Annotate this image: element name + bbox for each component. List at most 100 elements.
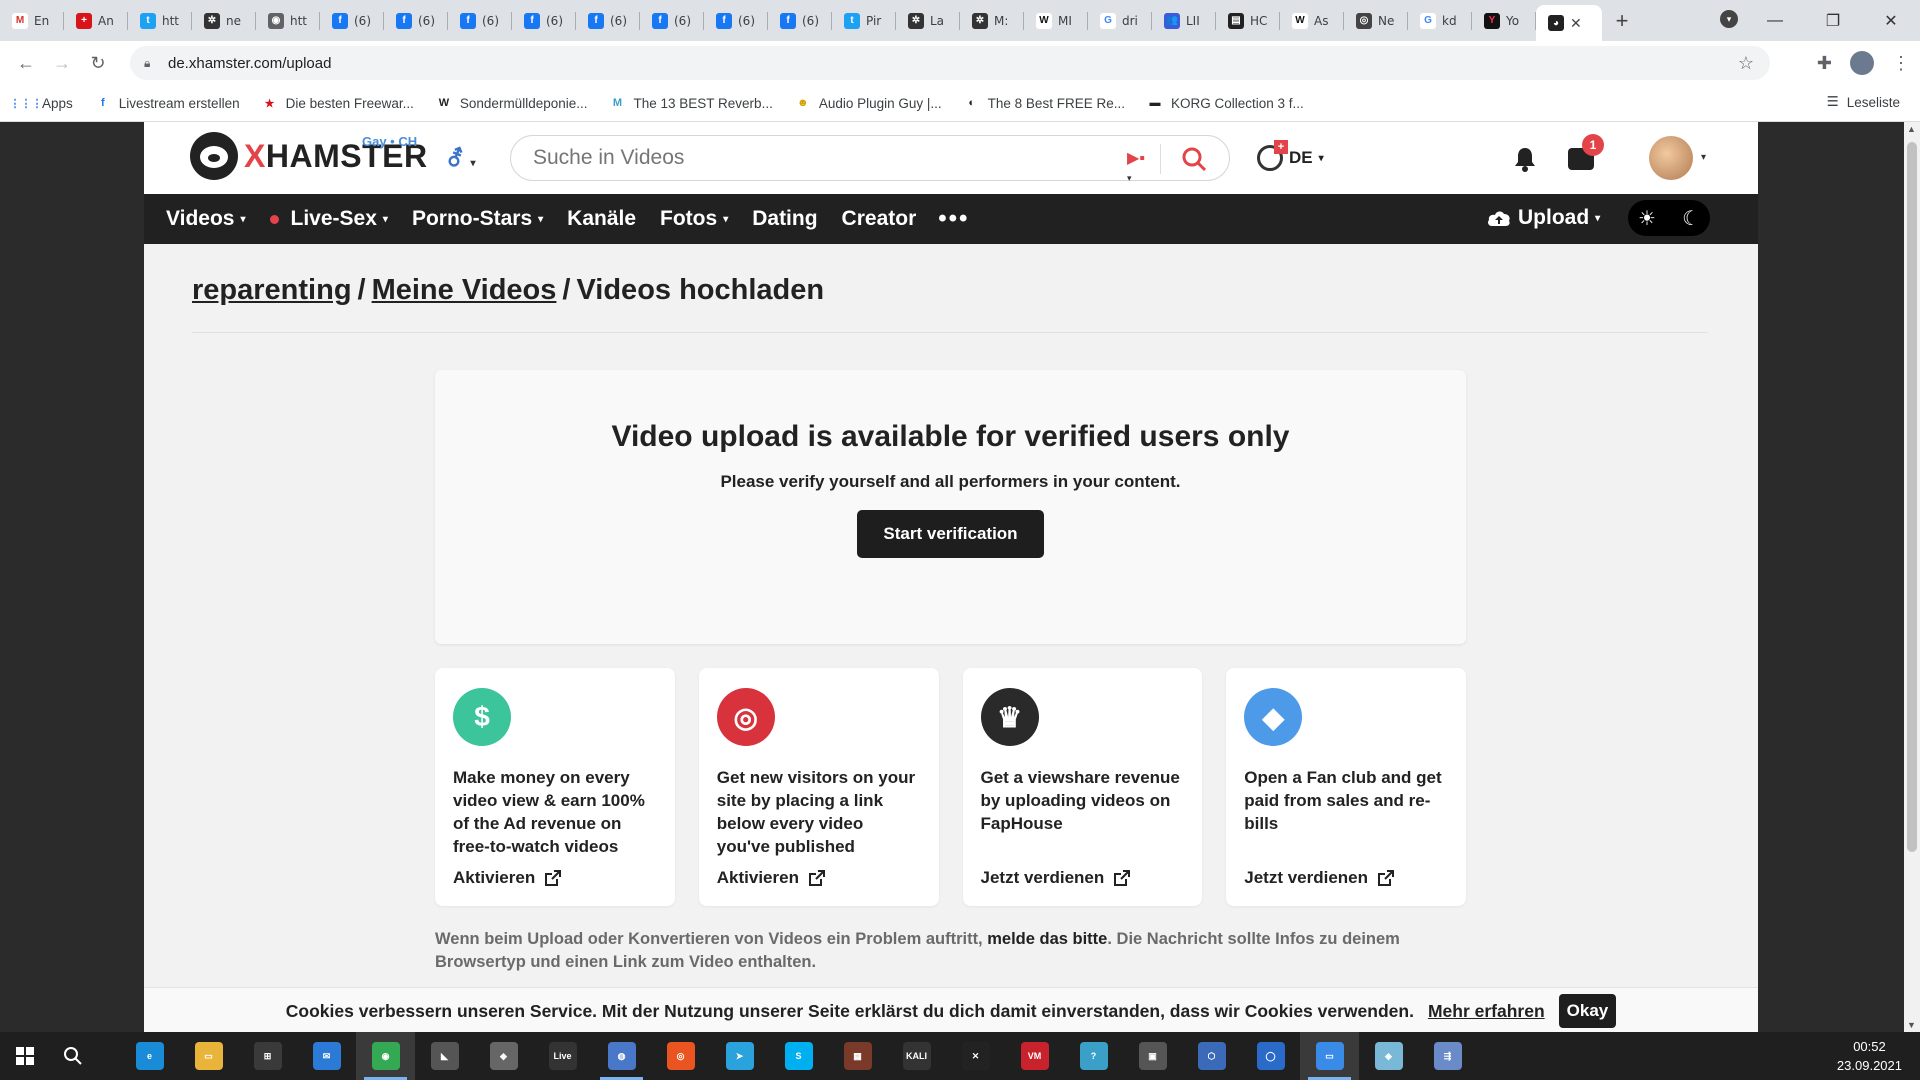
taskbar-app-17-icon[interactable]: ?: [1064, 1032, 1123, 1080]
user-avatar[interactable]: [1649, 136, 1693, 180]
browser-tab[interactable]: ◎ Ne: [1344, 0, 1408, 41]
taskbar-app-13-icon[interactable]: ▦: [828, 1032, 887, 1080]
messages-icon[interactable]: 1: [1568, 134, 1604, 170]
browser-tab[interactable]: W As: [1280, 0, 1344, 41]
taskbar-app-19-icon[interactable]: ⬡: [1182, 1032, 1241, 1080]
bookmark-star-icon[interactable]: ☆: [1738, 53, 1754, 74]
nav-item-kan-le[interactable]: Kanäle: [567, 207, 636, 231]
taskbar-app-22-icon[interactable]: ◈: [1359, 1032, 1418, 1080]
url-text[interactable]: de.xhamster.com/upload: [168, 55, 331, 72]
taskbar-telegram-icon[interactable]: ➤: [710, 1032, 769, 1080]
browser-tab[interactable]: f (6): [384, 0, 448, 41]
taskbar-edge-icon[interactable]: e: [120, 1032, 179, 1080]
search-icon[interactable]: [1181, 146, 1207, 172]
bookmark-item[interactable]: ☻ Audio Plugin Guy |...: [795, 95, 942, 111]
bell-icon[interactable]: [1513, 146, 1537, 172]
bookmark-item[interactable]: ▬ KORG Collection 3 f...: [1147, 95, 1303, 111]
taskbar-app-6-icon[interactable]: ◣: [415, 1032, 474, 1080]
taskbar-app-9-icon[interactable]: ◍: [592, 1032, 651, 1080]
browser-tab[interactable]: ✲ La: [896, 0, 960, 41]
nav-item-fotos[interactable]: Fotos ▾: [660, 207, 728, 231]
browser-tab[interactable]: ✲ ne: [192, 0, 256, 41]
profile-avatar[interactable]: [1850, 51, 1874, 75]
browser-tab[interactable]: Gdri: [1088, 0, 1152, 41]
site-logo[interactable]: XHAMSTER Gay • CH: [190, 132, 428, 180]
taskbar-explorer-icon[interactable]: ▭: [179, 1032, 238, 1080]
tab-close-icon[interactable]: ✕: [1570, 15, 1582, 32]
taskbar-app-18-icon[interactable]: ▣: [1123, 1032, 1182, 1080]
camera-icon[interactable]: ▶▪ ▾: [1127, 148, 1149, 183]
close-window-icon[interactable]: ✕: [1862, 11, 1920, 31]
new-tab-button[interactable]: +: [1602, 8, 1642, 34]
nav-item-porno-stars[interactable]: Porno-Stars ▾: [412, 207, 543, 231]
browser-tab[interactable]: f (6): [320, 0, 384, 41]
taskbar-store-icon[interactable]: ⊞: [238, 1032, 297, 1080]
browser-tab[interactable]: 👥 LII: [1152, 0, 1216, 41]
bookmark-item[interactable]: ⋮⋮⋮ Apps: [10, 95, 73, 111]
lock-icon[interactable]: 🔒︎: [144, 56, 158, 70]
browser-tab[interactable]: + An: [64, 0, 128, 41]
browser-tab[interactable]: f (6): [704, 0, 768, 41]
browser-tab[interactable]: ▤ HC: [1216, 0, 1280, 41]
search-input[interactable]: [533, 146, 1073, 170]
browser-tab[interactable]: t htt: [128, 0, 192, 41]
nav-item-creator[interactable]: Creator: [842, 207, 917, 231]
scroll-up-icon[interactable]: ▲: [1907, 124, 1916, 134]
taskbar-app-20-icon[interactable]: ◯: [1241, 1032, 1300, 1080]
page-scrollbar[interactable]: ▲ ▼: [1904, 122, 1920, 1032]
forward-icon[interactable]: →: [44, 53, 80, 74]
report-problem-link[interactable]: melde das bitte: [987, 930, 1107, 948]
scroll-thumb[interactable]: [1907, 142, 1917, 852]
browser-tab[interactable]: f (6): [448, 0, 512, 41]
browser-tab[interactable]: Y Yo: [1472, 0, 1536, 41]
start-verification-button[interactable]: Start verification: [857, 510, 1044, 558]
taskbar-app-15-icon[interactable]: ✕: [946, 1032, 1005, 1080]
taskbar-search-icon[interactable]: [50, 1032, 96, 1080]
theme-toggle[interactable]: ☀ ☾: [1628, 200, 1710, 236]
browser-tab[interactable]: f (6): [512, 0, 576, 41]
address-bar[interactable]: 🔒︎ de.xhamster.com/upload ☆: [130, 46, 1770, 80]
taskbar-skype-icon[interactable]: S: [769, 1032, 828, 1080]
nav-item-live-sex[interactable]: Live-Sex ▾: [269, 207, 388, 231]
nav-item-dating[interactable]: Dating: [752, 207, 817, 231]
extensions-icon[interactable]: ✚: [1817, 53, 1832, 74]
feature-card-action-link[interactable]: Jetzt verdienen: [981, 868, 1131, 888]
minimize-icon[interactable]: —: [1746, 12, 1804, 30]
start-button[interactable]: [0, 1032, 50, 1080]
browser-tab[interactable]: f (6): [576, 0, 640, 41]
reading-list[interactable]: ☰ Leseliste: [1827, 94, 1900, 110]
browser-tab[interactable]: M En: [0, 0, 64, 41]
back-icon[interactable]: ←: [8, 53, 44, 74]
bookmark-item[interactable]: ◐ The 8 Best FREE Re...: [964, 95, 1125, 111]
upload-button[interactable]: Upload ▾: [1486, 206, 1600, 230]
scroll-down-icon[interactable]: ▼: [1907, 1020, 1916, 1030]
browser-tab[interactable]: f (6): [640, 0, 704, 41]
taskbar-app-23-icon[interactable]: ⇶: [1418, 1032, 1477, 1080]
bookmark-item[interactable]: ★ Die besten Freewar...: [262, 95, 414, 111]
tab-search-icon[interactable]: ▾: [1720, 10, 1738, 28]
browser-tab[interactable]: Gkd: [1408, 0, 1472, 41]
breadcrumb-user-link[interactable]: reparenting: [192, 274, 352, 306]
reload-icon[interactable]: ↻: [80, 53, 116, 74]
language-selector[interactable]: DE ▾: [1257, 140, 1324, 171]
taskbar-chrome-icon[interactable]: ◉: [356, 1032, 415, 1080]
gender-filter-icon[interactable]: ⚦ ▾: [446, 146, 476, 172]
cookie-more-link[interactable]: Mehr erfahren: [1428, 1001, 1545, 1022]
bookmark-item[interactable]: W Sondermülldeponie...: [436, 95, 588, 111]
feature-card-action-link[interactable]: Aktivieren: [717, 868, 825, 888]
system-clock[interactable]: 00:52 23.09.2021: [1837, 1037, 1902, 1075]
browser-tab[interactable]: ◉ htt: [256, 0, 320, 41]
taskbar-voicemeeter-icon[interactable]: VM: [1005, 1032, 1064, 1080]
menu-icon[interactable]: ⋮: [1892, 53, 1910, 74]
browser-tab[interactable]: t Pir: [832, 0, 896, 41]
browser-tab[interactable]: W MI: [1024, 0, 1088, 41]
taskbar-kali-icon[interactable]: KALI: [887, 1032, 946, 1080]
taskbar-app-7-icon[interactable]: ◆: [474, 1032, 533, 1080]
browser-tab-active[interactable]: ◕ ✕: [1536, 5, 1602, 41]
taskbar-ubuntu-icon[interactable]: ◎: [651, 1032, 710, 1080]
avatar-caret-icon[interactable]: ▾: [1701, 152, 1706, 163]
taskbar-live-icon[interactable]: Live: [533, 1032, 592, 1080]
breadcrumb-my-videos-link[interactable]: Meine Videos: [372, 274, 557, 306]
feature-card-action-link[interactable]: Jetzt verdienen: [1244, 868, 1395, 888]
browser-tab[interactable]: f (6): [768, 0, 832, 41]
